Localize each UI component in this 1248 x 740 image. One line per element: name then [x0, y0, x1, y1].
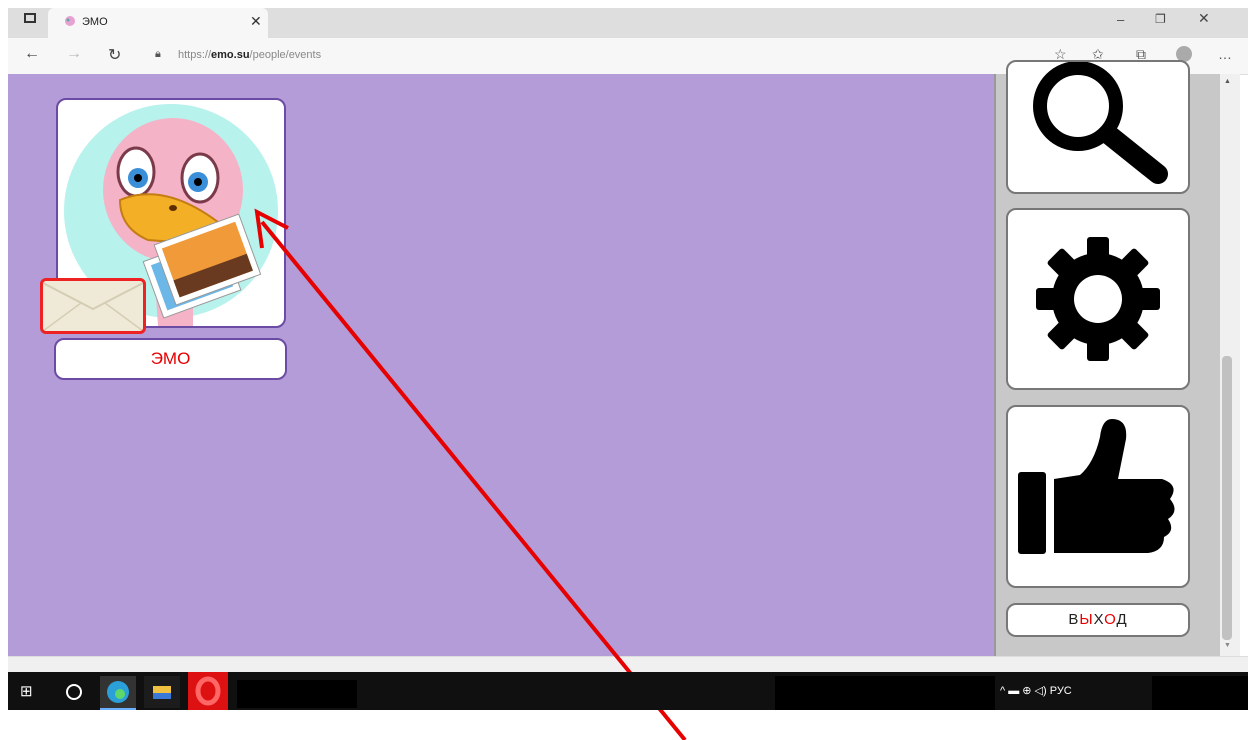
- opera-browser-icon[interactable]: [188, 672, 228, 710]
- redacted-region: [775, 676, 995, 710]
- taskbar-search-icon[interactable]: [66, 684, 82, 700]
- edge-browser-icon[interactable]: [100, 676, 136, 710]
- annotation-arrow: [254, 208, 687, 740]
- redacted-region: [1152, 676, 1248, 710]
- file-explorer-icon[interactable]: [144, 676, 180, 708]
- system-tray[interactable]: ^ ▬ ⊕ ◁) РУС: [1000, 684, 1072, 697]
- redacted-region: [237, 680, 357, 708]
- windows-start-icon[interactable]: ⊞: [20, 682, 33, 700]
